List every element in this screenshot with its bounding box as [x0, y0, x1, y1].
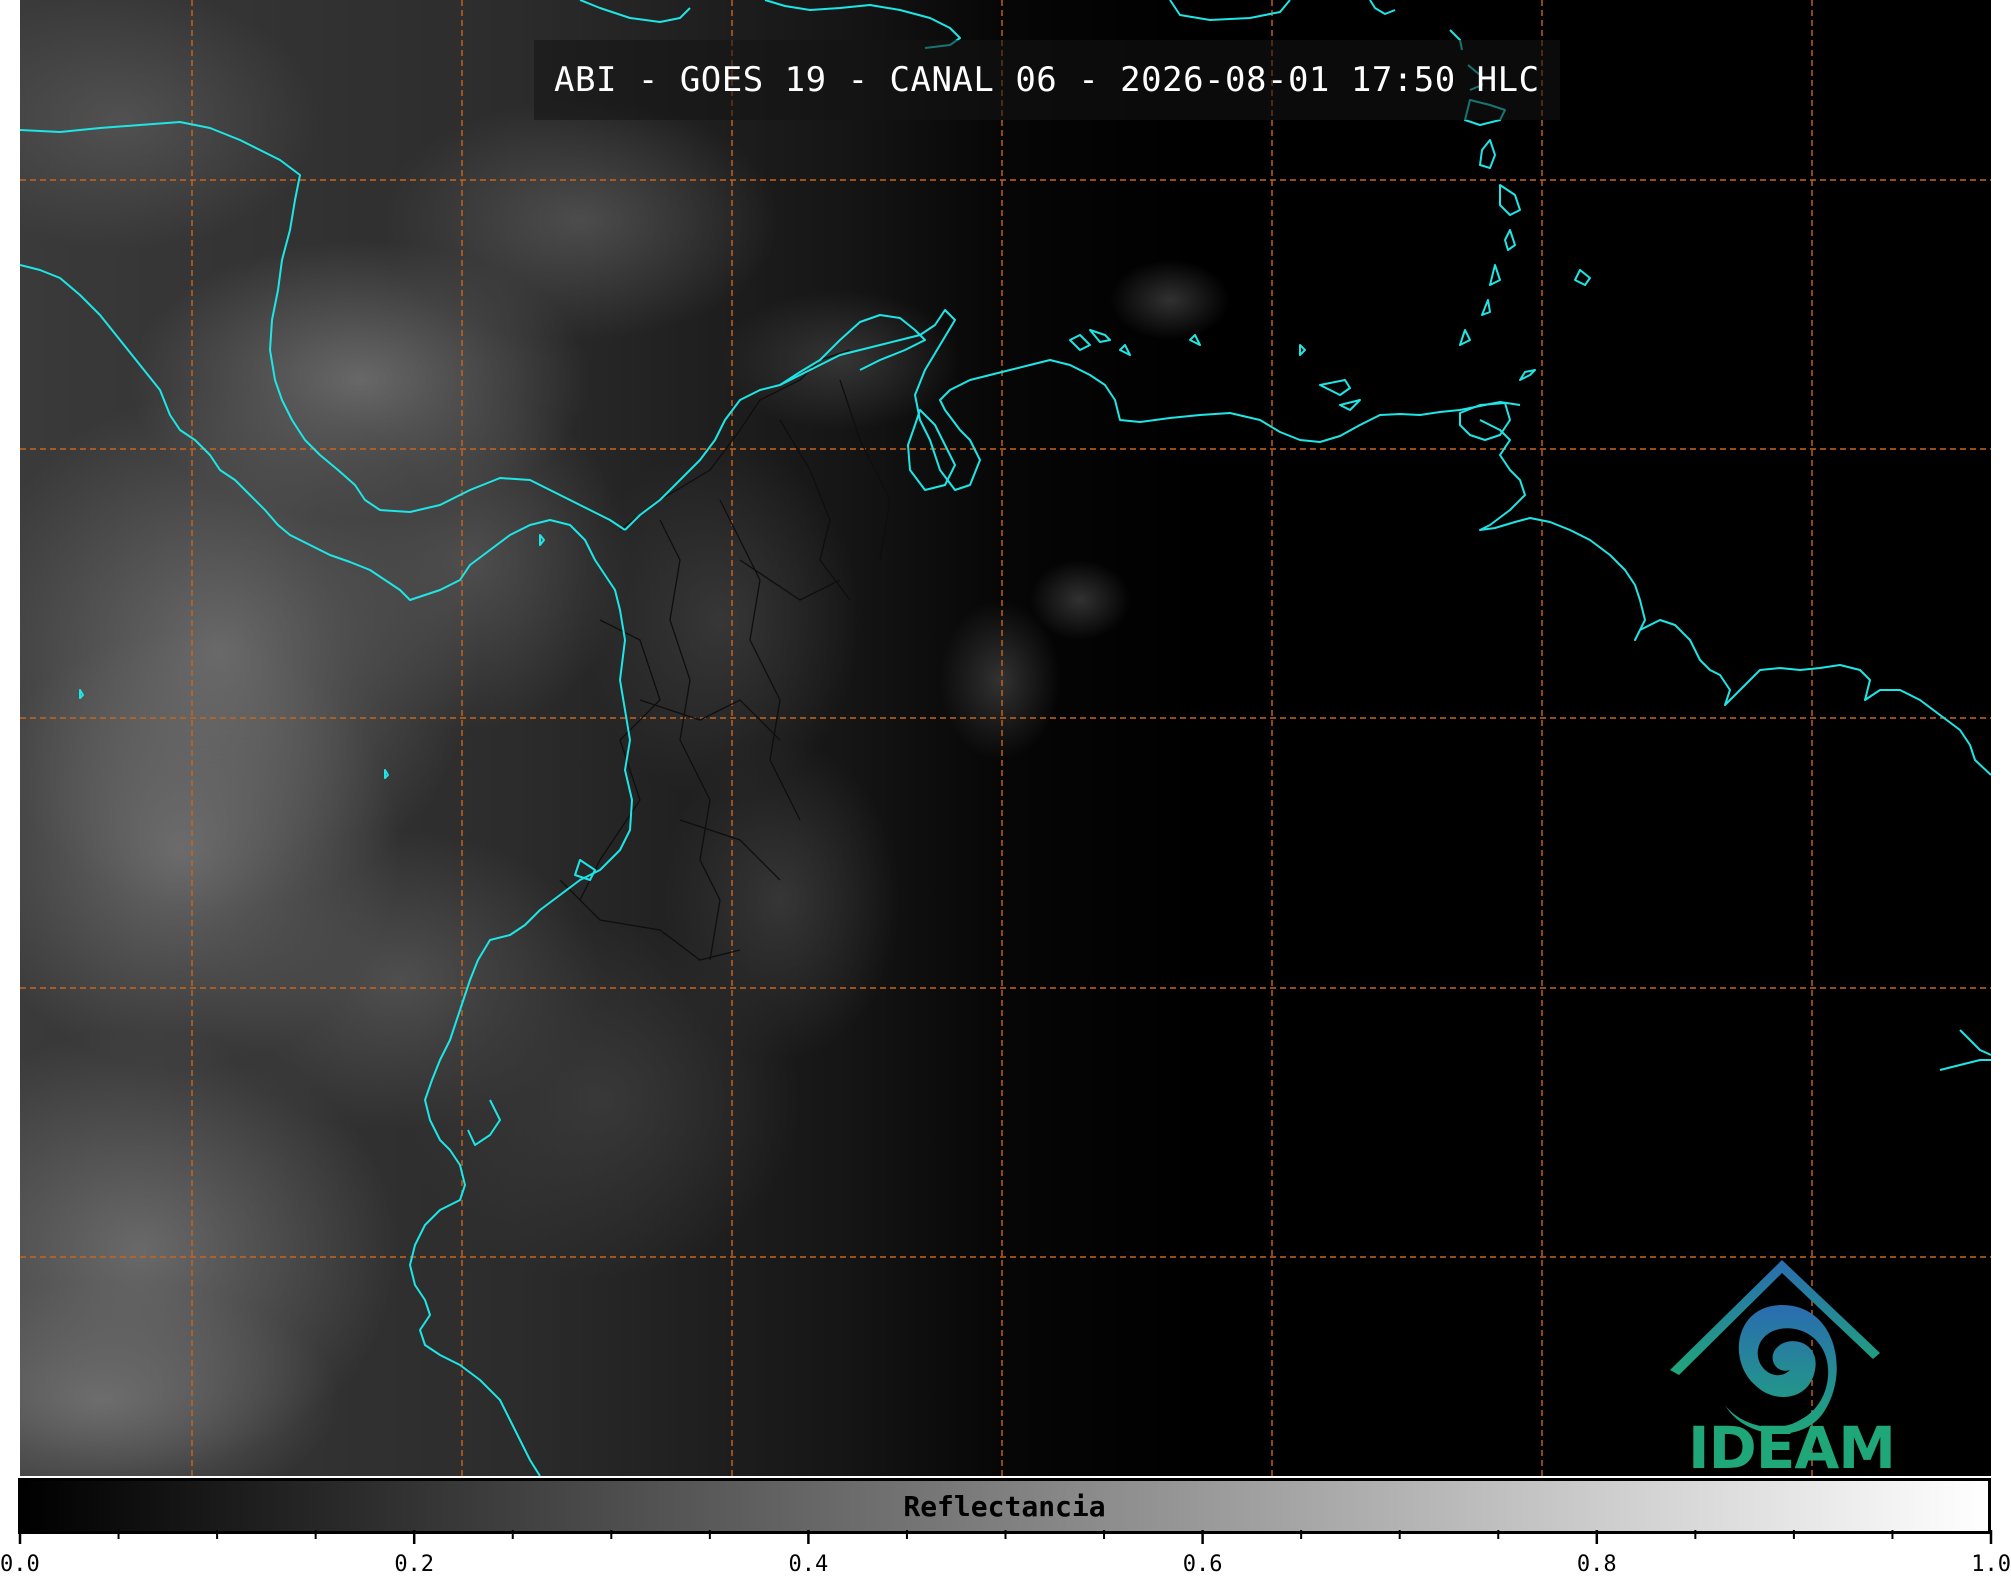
- colorbar-tick-label: 0.4: [788, 1552, 829, 1577]
- colorbar-tick-label: 0.2: [394, 1552, 435, 1577]
- colorbar-tick-label: 1.0: [1971, 1552, 2011, 1577]
- title-banner: ABI - GOES 19 - CANAL 06 - 2026-08-01 17…: [534, 40, 1560, 120]
- colorbar: Reflectancia: [18, 1478, 1991, 1534]
- ideam-logo-text: IDEAM: [1688, 1414, 1896, 1482]
- colorbar-ticks: [18, 1530, 1993, 1544]
- colorbar-tick-label: 0.6: [1182, 1552, 1223, 1577]
- map-title: ABI - GOES 19 - CANAL 06 - 2026-08-01 17…: [554, 60, 1540, 100]
- colorbar-tick-label: 0.8: [1576, 1552, 1617, 1577]
- colorbar-tick-label: 0.0: [0, 1552, 40, 1577]
- colorbar-label: Reflectancia: [903, 1489, 1106, 1523]
